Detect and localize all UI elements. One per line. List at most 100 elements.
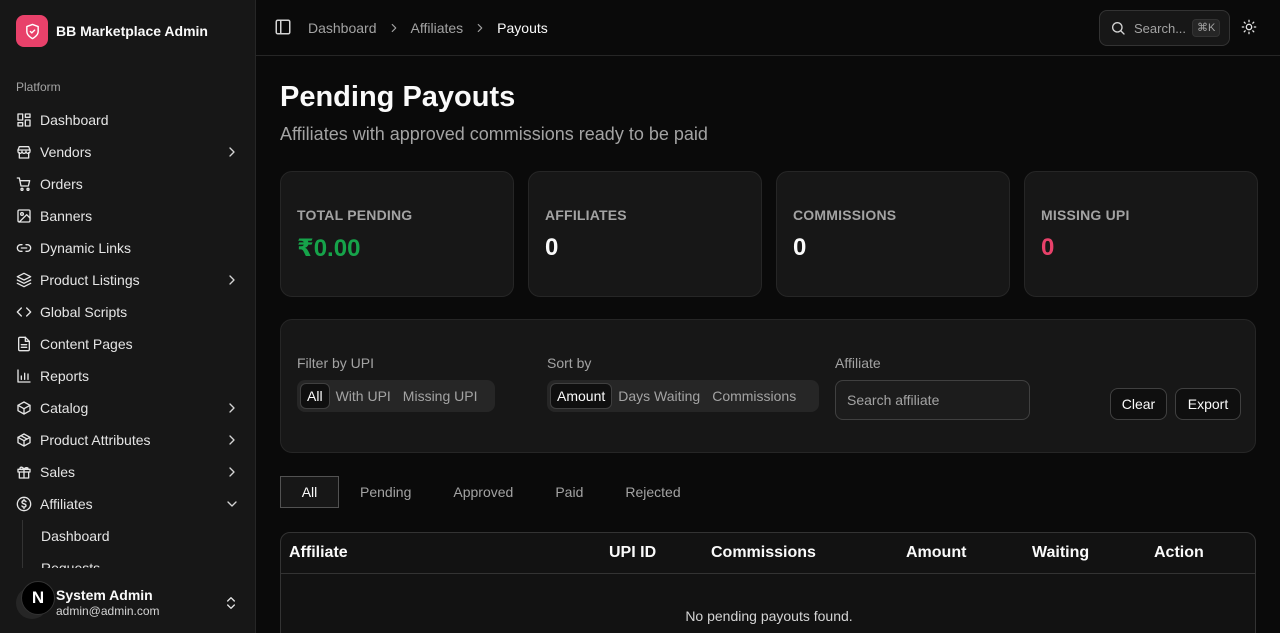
- search-label: Search...: [1134, 20, 1187, 36]
- sidebar-item-label: Vendors: [40, 144, 92, 160]
- stat-value: 0: [793, 234, 807, 261]
- gift-icon: [16, 464, 32, 480]
- user-name: System Admin: [56, 587, 153, 603]
- dollar-circle-icon: [16, 496, 32, 512]
- sidebar-item-label: Orders: [40, 176, 83, 192]
- avatar: N: [16, 581, 55, 619]
- file-text-icon: [16, 336, 32, 352]
- sidebar-item-dashboard[interactable]: Dashboard: [8, 104, 248, 136]
- chevron-right-icon: [224, 464, 240, 480]
- upi-option-missing-upi[interactable]: Missing UPI: [397, 383, 484, 409]
- sidebar-item-label: Affiliates: [40, 496, 93, 512]
- sidebar-item-banners[interactable]: Banners: [8, 200, 248, 232]
- clear-button[interactable]: Clear: [1110, 388, 1167, 420]
- subnav-item-dashboard[interactable]: Dashboard: [33, 520, 248, 552]
- sort-label: Sort by: [547, 355, 592, 371]
- column-header-amount[interactable]: Amount: [906, 544, 966, 562]
- chevron-right-icon: [387, 21, 401, 35]
- upi-filter-toggle: All With UPI Missing UPI: [297, 380, 495, 412]
- column-header-waiting[interactable]: Waiting: [1032, 544, 1089, 562]
- shield-icon: [16, 15, 48, 47]
- sort-option-days-waiting[interactable]: Days Waiting: [612, 383, 706, 409]
- sidebar-item-label: Sales: [40, 464, 76, 480]
- table-header: Affiliate UPI ID Commissions Amount Wait…: [281, 533, 1255, 574]
- chevron-right-icon: [224, 144, 240, 160]
- stat-card-total-pending: TOTAL PENDING ₹0.00: [280, 171, 514, 297]
- tab-rejected[interactable]: Rejected: [604, 476, 701, 508]
- chevron-right-icon: [473, 21, 487, 35]
- sidebar-toggle-icon[interactable]: [274, 18, 294, 38]
- sidebar: BB Marketplace Admin Platform Dashboard …: [0, 0, 256, 633]
- payouts-table: Affiliate UPI ID Commissions Amount Wait…: [280, 532, 1256, 633]
- breadcrumb-affiliates[interactable]: Affiliates: [411, 20, 464, 36]
- export-button[interactable]: Export: [1175, 388, 1241, 420]
- affiliate-search-input[interactable]: [835, 380, 1030, 420]
- page-subtitle: Affiliates with approved commissions rea…: [280, 124, 708, 144]
- tab-pending[interactable]: Pending: [339, 476, 432, 508]
- sidebar-item-vendors[interactable]: Vendors: [8, 136, 248, 168]
- sidebar-item-dynamic-links[interactable]: Dynamic Links: [8, 232, 248, 264]
- sidebar-nav: Dashboard Vendors Orders Banners Dynamic…: [8, 104, 248, 568]
- sidebar-item-product-listings[interactable]: Product Listings: [8, 264, 248, 296]
- search-button[interactable]: Search... ⌘K: [1099, 10, 1230, 46]
- tab-all[interactable]: All: [280, 476, 339, 508]
- search-shortcut: ⌘K: [1192, 19, 1221, 37]
- column-header-affiliate[interactable]: Affiliate: [289, 544, 348, 562]
- avatar-initial: N: [21, 581, 55, 615]
- stat-label: TOTAL PENDING: [297, 207, 413, 223]
- upi-option-with-upi[interactable]: With UPI: [330, 383, 397, 409]
- sidebar-item-label: Product Listings: [40, 272, 140, 288]
- column-header-action: Action: [1154, 544, 1204, 561]
- bar-chart-icon: [16, 368, 32, 384]
- stat-label: COMMISSIONS: [793, 207, 897, 223]
- column-header-upi-id[interactable]: UPI ID: [609, 544, 656, 562]
- sidebar-item-label: Reports: [40, 368, 90, 384]
- sidebar-item-product-attributes[interactable]: Product Attributes: [8, 424, 248, 456]
- sidebar-item-reports[interactable]: Reports: [8, 360, 248, 392]
- column-header-commissions[interactable]: Commissions: [711, 544, 816, 562]
- breadcrumb-dashboard[interactable]: Dashboard: [308, 20, 377, 36]
- sort-toggle: Amount Days Waiting Commissions: [547, 380, 819, 412]
- sidebar-item-catalog[interactable]: Catalog: [8, 392, 248, 424]
- stat-label: AFFILIATES: [545, 207, 627, 223]
- layers-icon: [16, 272, 32, 288]
- upi-option-all[interactable]: All: [300, 383, 330, 409]
- app-title: BB Marketplace Admin: [56, 23, 208, 39]
- tab-paid[interactable]: Paid: [534, 476, 604, 508]
- link-icon: [16, 240, 32, 256]
- chevron-right-icon: [224, 432, 240, 448]
- sidebar-item-orders[interactable]: Orders: [8, 168, 248, 200]
- tab-approved[interactable]: Approved: [432, 476, 534, 508]
- sort-option-amount[interactable]: Amount: [550, 383, 613, 409]
- user-menu[interactable]: N System Admin admin@admin.com: [0, 573, 255, 633]
- sidebar-item-label: Dynamic Links: [40, 240, 132, 256]
- stat-card-commissions: COMMISSIONS 0: [776, 171, 1010, 297]
- stat-label: MISSING UPI: [1041, 207, 1130, 223]
- sidebar-group-label: Platform: [16, 80, 61, 94]
- empty-state-message: No pending payouts found.: [685, 608, 853, 624]
- stat-value: ₹0.00: [297, 235, 361, 262]
- stat-value: 0: [545, 234, 559, 261]
- status-tabs: All Pending Approved Paid Rejected: [280, 476, 702, 508]
- chevron-right-icon: [224, 400, 240, 416]
- sidebar-item-label: Content Pages: [40, 336, 133, 352]
- page-title: Pending Payouts: [280, 81, 516, 113]
- search-icon: [1110, 20, 1126, 36]
- filter-upi-label: Filter by UPI: [297, 355, 375, 371]
- sidebar-item-global-scripts[interactable]: Global Scripts: [8, 296, 248, 328]
- subnav-item-requests[interactable]: Requests: [33, 552, 248, 568]
- stat-card-missing-upi: MISSING UPI 0: [1024, 171, 1258, 297]
- brand[interactable]: BB Marketplace Admin: [16, 15, 208, 47]
- package-icon: [16, 400, 32, 416]
- sort-option-commissions[interactable]: Commissions: [706, 383, 802, 409]
- affiliate-label: Affiliate: [835, 355, 881, 371]
- stat-value: 0: [1041, 234, 1055, 261]
- sidebar-item-sales[interactable]: Sales: [8, 456, 248, 488]
- sun-icon[interactable]: [1241, 19, 1259, 37]
- stat-card-affiliates: AFFILIATES 0: [528, 171, 762, 297]
- sidebar-item-label: Catalog: [40, 400, 89, 416]
- sidebar-item-label: Global Scripts: [40, 304, 128, 320]
- sidebar-item-content-pages[interactable]: Content Pages: [8, 328, 248, 360]
- sidebar-item-affiliates[interactable]: Affiliates: [8, 488, 248, 520]
- image-icon: [16, 208, 32, 224]
